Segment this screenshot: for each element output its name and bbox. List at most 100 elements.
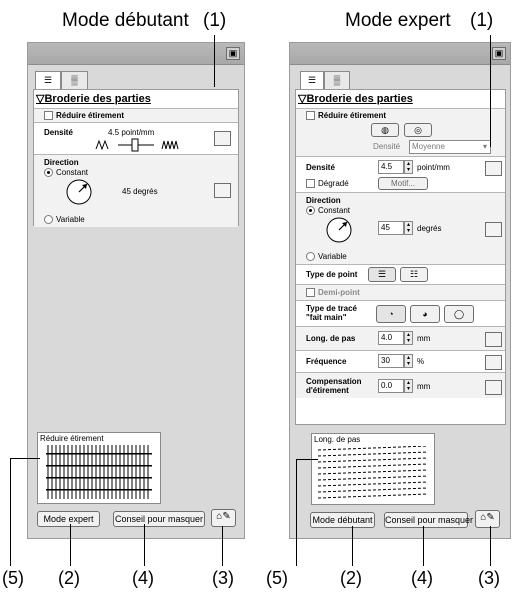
density-label: Densité	[306, 163, 335, 172]
variable-label: Variable	[318, 252, 347, 261]
beginner-mode-button[interactable]: Mode débutant	[310, 512, 375, 528]
preview-label: Réduire étirement	[40, 434, 104, 443]
close-icon[interactable]: ▣	[226, 47, 240, 60]
variable-radio[interactable]	[306, 252, 315, 262]
reduce-stretch-label: Réduire étirement	[318, 111, 387, 120]
variable-label: Variable	[56, 215, 85, 224]
half-stitch-label: Demi-point	[318, 288, 360, 297]
compensation-input[interactable]: 0.0	[378, 379, 404, 393]
stitch-preview: Long. de pas	[311, 433, 435, 505]
preview-label: Long. de pas	[314, 435, 361, 444]
constant-label: Constant	[56, 168, 89, 177]
density-label: Densité	[44, 128, 73, 137]
panel-titlebar	[28, 43, 244, 65]
pattern-button[interactable]: Motif...	[378, 177, 428, 190]
direction-dial[interactable]	[64, 177, 94, 207]
stitch-type-label: Type de point	[306, 270, 358, 279]
half-stitch-checkbox[interactable]	[306, 288, 315, 298]
compensation-spinner[interactable]: ▴ ▾	[404, 379, 413, 393]
variable-radio[interactable]	[44, 215, 53, 225]
callout-line-4-left	[144, 524, 145, 566]
callout-line-4-right	[423, 526, 424, 566]
caption-beginner-mode: Mode débutant	[62, 10, 189, 31]
callout-line-1-right	[490, 35, 491, 147]
close-icon[interactable]: ▣	[492, 47, 506, 60]
hand-trace-label: Type de tracé "fait main"	[306, 304, 357, 322]
expert-settings-area: ▽Broderie des parties Réduire étirement …	[295, 89, 506, 425]
callout-3-left: (3)	[212, 568, 234, 588]
density-slider[interactable]	[94, 137, 204, 153]
hand-trace-option-1[interactable]: ◔	[376, 305, 406, 323]
callout-2-right: (2)	[340, 568, 362, 588]
callout-4-left: (4)	[132, 568, 154, 588]
direction-label: Direction	[44, 158, 79, 167]
reset-direction-icon[interactable]	[214, 183, 231, 198]
angle-spinner[interactable]: ▴ ▾	[404, 221, 413, 235]
reset-direction-icon[interactable]	[485, 222, 502, 237]
step-length-input[interactable]: 4.0	[378, 331, 404, 345]
hand-trace-option-2[interactable]: ◕	[410, 305, 440, 323]
expert-mode-button[interactable]: Mode expert	[37, 511, 100, 527]
constant-radio[interactable]	[306, 206, 315, 216]
reduce-stretch-checkbox[interactable]	[306, 111, 315, 121]
hand-trace-option-3[interactable]: ◯	[444, 305, 474, 323]
reset-density-icon[interactable]	[214, 131, 231, 146]
angle-input[interactable]: 45	[378, 221, 404, 235]
direction-label: Direction	[306, 196, 341, 205]
reset-density-icon[interactable]	[485, 161, 502, 176]
preview-stitches-image	[46, 445, 152, 499]
callout-2-left: (2)	[58, 568, 80, 588]
compensation-label: Compensation d'étirement	[306, 377, 362, 395]
beginner-settings-area: ▽Broderie des parties Réduire étirement …	[33, 89, 239, 227]
tab-embroidery[interactable]: ▒	[324, 71, 350, 89]
hint-button[interactable]: Conseil pour masquer	[384, 512, 473, 528]
reset-all-icon[interactable]: ⌂✎	[211, 509, 236, 527]
constant-label: Constant	[318, 206, 351, 215]
reset-step-length-icon[interactable]	[485, 332, 502, 347]
callout-5-left: (5)	[2, 568, 24, 588]
step-length-spinner[interactable]: ▴ ▾	[404, 331, 413, 345]
frequency-input[interactable]: 30	[378, 354, 404, 368]
callout-1-left: (1)	[203, 10, 227, 31]
callout-1-right: (1)	[470, 10, 494, 31]
density-select[interactable]: Moyenne ▾	[409, 140, 491, 154]
step-length-unit: mm	[417, 334, 431, 343]
reset-all-icon[interactable]: ⌂✎	[475, 510, 500, 528]
callout-line-3-left	[222, 526, 223, 566]
caption-expert-mode: Mode expert	[345, 10, 451, 31]
stitch-type-satin-button[interactable]: ☷	[400, 267, 428, 282]
reset-frequency-icon[interactable]	[485, 355, 502, 370]
density-unit: point/mm	[417, 163, 450, 172]
stitch-type-fill-button[interactable]: ☰	[368, 267, 396, 282]
tab-stitch-order[interactable]: ☰	[300, 71, 324, 90]
step-length-label: Long. de pas	[306, 334, 356, 343]
stitch-preview: Réduire étirement	[37, 432, 161, 504]
constant-radio[interactable]	[44, 168, 53, 178]
callout-line-1-left	[214, 35, 215, 87]
frequency-label: Fréquence	[306, 357, 347, 366]
stretch-mode-button-2[interactable]: ◎	[404, 123, 432, 137]
preview-stitches-image	[318, 446, 428, 499]
callout-line-2-left	[70, 524, 71, 566]
beginner-panel: ▣ ☰ ▒ ▽Broderie des parties Réduire étir…	[27, 42, 245, 539]
section-title: ▽Broderie des parties	[36, 93, 151, 105]
frequency-unit: %	[417, 357, 425, 366]
tab-stitch-order[interactable]: ☰	[35, 71, 61, 90]
direction-dial[interactable]	[324, 215, 354, 245]
frequency-spinner[interactable]: ▴ ▾	[404, 354, 413, 368]
gradient-checkbox[interactable]	[306, 179, 315, 189]
angle-unit: degrés	[417, 224, 442, 233]
callout-5-right: (5)	[266, 568, 288, 588]
reset-compensation-icon[interactable]	[485, 380, 502, 395]
gradient-label: Dégradé	[318, 179, 349, 188]
density-spinner[interactable]: ▴ ▾	[404, 160, 413, 174]
stretch-mode-button-1[interactable]: ◍	[371, 123, 399, 137]
density-value: 4.5 point/mm	[108, 128, 155, 137]
hint-button[interactable]: Conseil pour masquer	[113, 511, 205, 527]
tab-embroidery[interactable]: ▒	[61, 71, 88, 89]
callout-4-right: (4)	[411, 568, 433, 588]
reduce-stretch-checkbox[interactable]	[44, 111, 53, 121]
section-title: ▽Broderie des parties	[298, 93, 413, 105]
density-input[interactable]: 4.5	[378, 160, 404, 174]
callout-3-right: (3)	[478, 568, 500, 588]
